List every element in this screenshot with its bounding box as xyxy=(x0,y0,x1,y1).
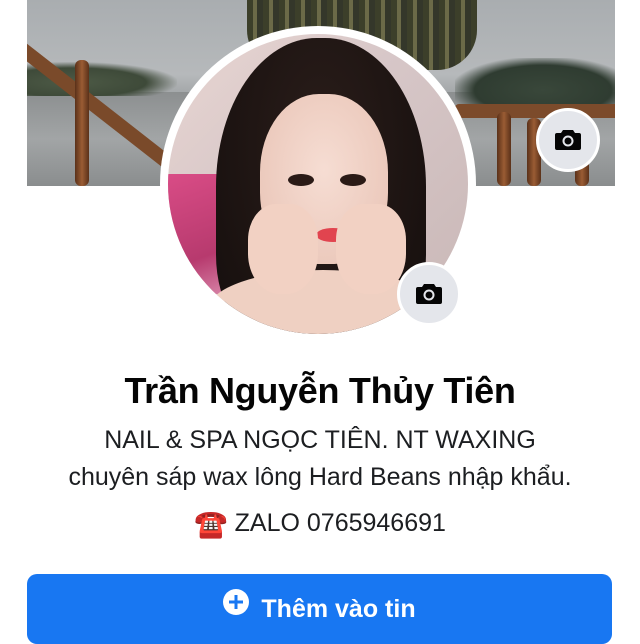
cover-railing-right xyxy=(455,104,615,118)
avatar-hand xyxy=(248,204,318,294)
railing-post xyxy=(75,60,89,186)
bio-line-2: chuyên sáp wax lông Hard Beans nhập khẩu… xyxy=(68,463,572,491)
edit-cover-camera-button[interactable] xyxy=(536,108,600,172)
add-to-story-button[interactable]: Thêm vào tin xyxy=(27,574,612,644)
plus-circle-icon xyxy=(223,589,250,615)
cover-trees-right xyxy=(455,58,615,104)
camera-icon xyxy=(555,130,581,150)
avatar-hand xyxy=(336,204,406,294)
telephone-icon: ☎️ xyxy=(194,509,228,539)
railing-post xyxy=(497,112,511,186)
bio-line-3-text: ZALO 0765946691 xyxy=(234,509,446,537)
add-to-story-label: Thêm vào tin xyxy=(261,594,416,623)
avatar-eye xyxy=(288,174,314,186)
bio-line-3: ☎️ ZALO 0765946691 xyxy=(0,508,640,540)
camera-icon xyxy=(416,284,442,304)
bio-line-1: NAIL & SPA NGỌC TIÊN. NT WAXING xyxy=(104,426,536,454)
avatar-eye xyxy=(340,174,366,186)
edit-avatar-camera-button[interactable] xyxy=(397,262,461,326)
profile-name: Trần Nguyễn Thủy Tiên xyxy=(124,370,516,411)
